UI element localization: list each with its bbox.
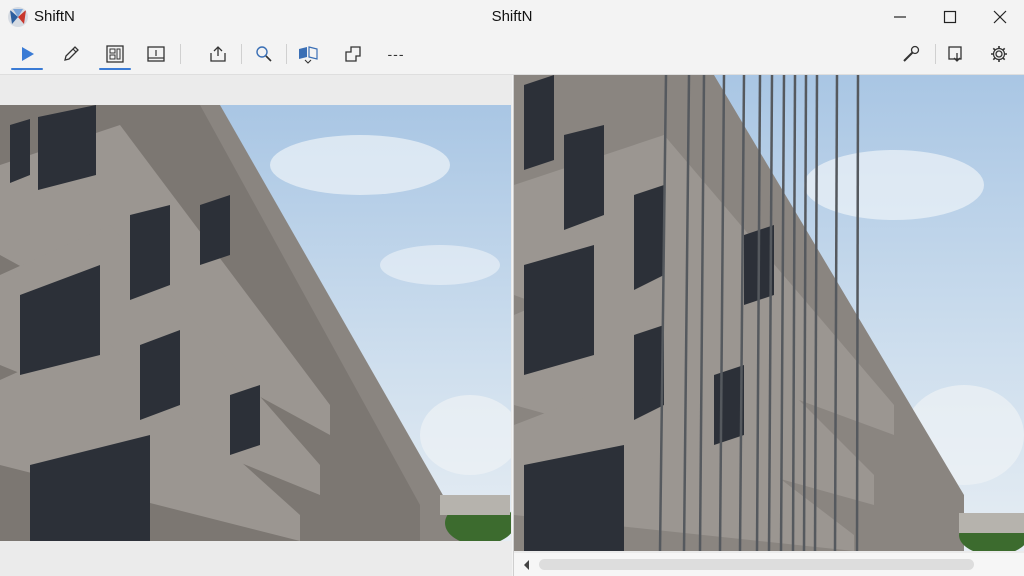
maximize-button[interactable] xyxy=(926,0,974,34)
export-button[interactable] xyxy=(198,37,238,70)
import-button[interactable] xyxy=(936,37,976,70)
corrected-image-panel[interactable] xyxy=(513,75,1024,576)
gear-icon xyxy=(991,45,1007,62)
zoom-button[interactable] xyxy=(244,37,284,70)
image-bottom-button[interactable] xyxy=(136,37,176,70)
toolbar-separator xyxy=(180,44,181,64)
edit-button[interactable] xyxy=(51,37,91,70)
minimize-icon xyxy=(894,16,906,18)
play-icon xyxy=(22,46,34,61)
app-name: ShiftN xyxy=(34,8,75,25)
maximize-icon xyxy=(943,10,957,24)
horizontal-scrollbar[interactable] xyxy=(514,553,1024,576)
shiftn-logo-icon xyxy=(8,7,28,27)
window-title: ShiftN xyxy=(491,8,533,25)
original-image-panel[interactable] xyxy=(0,75,512,576)
toolbar-separator xyxy=(241,44,242,64)
mirror-button[interactable] xyxy=(288,37,328,70)
original-photo xyxy=(0,105,511,541)
tools-button[interactable] xyxy=(891,37,931,70)
close-icon xyxy=(993,10,1007,24)
pencil-icon xyxy=(64,45,79,61)
title-bar: ShiftN ShiftN xyxy=(0,0,1024,34)
arrow-left-icon xyxy=(524,559,529,570)
corrected-photo xyxy=(514,75,1024,551)
wrench-icon xyxy=(903,45,920,62)
mirror-icon xyxy=(299,45,318,64)
zoom-icon xyxy=(256,45,272,62)
import-icon xyxy=(948,45,962,62)
image-frame-icon xyxy=(147,45,165,62)
crop-button[interactable] xyxy=(333,37,373,70)
toolbar-separator xyxy=(286,44,287,64)
more-button[interactable]: --- xyxy=(376,37,416,70)
more-icon: --- xyxy=(387,45,405,62)
layout-button[interactable] xyxy=(95,37,135,70)
scrollbar-thumb[interactable] xyxy=(539,559,974,570)
layout-grid-icon xyxy=(106,44,124,63)
upload-box-icon xyxy=(210,45,226,62)
settings-button[interactable] xyxy=(979,37,1019,70)
play-button[interactable] xyxy=(7,37,47,70)
scroll-left-button[interactable] xyxy=(520,557,534,572)
minimize-button[interactable] xyxy=(876,0,924,34)
toolbar: --- xyxy=(0,34,1024,75)
crop-icon xyxy=(345,45,361,62)
close-button[interactable] xyxy=(976,0,1024,34)
